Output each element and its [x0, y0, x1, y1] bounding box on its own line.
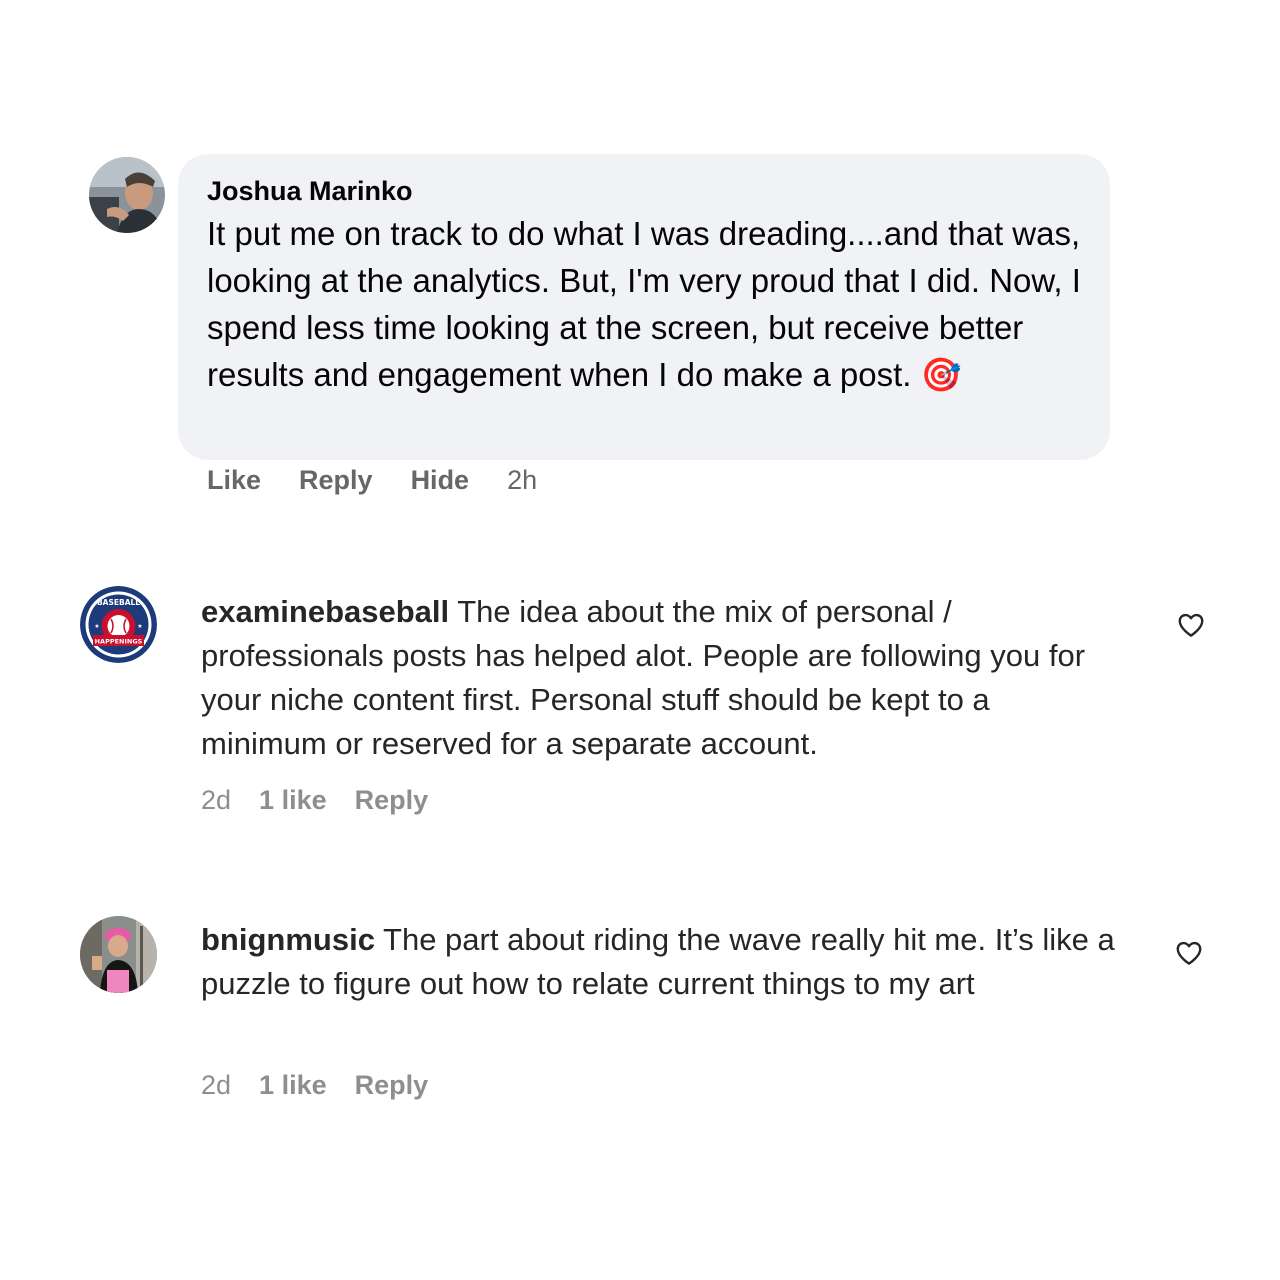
reply-button[interactable]: Reply [299, 465, 373, 496]
like-button[interactable]: Like [207, 465, 261, 496]
comment-meta: 2d 1 like Reply [201, 1070, 428, 1101]
reply-button[interactable]: Reply [355, 1070, 429, 1101]
avatar[interactable]: HAPPENINGS BASEBALL ★ ★ [80, 586, 157, 663]
reply-button[interactable]: Reply [355, 785, 429, 816]
comment-text: It put me on track to do what I was drea… [207, 210, 1082, 398]
heart-icon[interactable] [1176, 610, 1206, 640]
baseball-logo-icon: HAPPENINGS BASEBALL ★ ★ [80, 586, 157, 663]
likes-count[interactable]: 1 like [259, 785, 327, 816]
logo-bottom-text: HAPPENINGS [95, 638, 143, 646]
heart-icon[interactable] [1174, 938, 1204, 968]
comment-text: examinebaseball The idea about the mix o… [201, 590, 1121, 766]
comment-actions: Like Reply Hide 2h [207, 460, 537, 500]
logo-top-text: BASEBALL [97, 598, 140, 607]
profile-photo-icon [80, 916, 157, 993]
avatar[interactable] [80, 916, 157, 993]
likes-count[interactable]: 1 like [259, 1070, 327, 1101]
comment-username[interactable]: bnignmusic [201, 922, 375, 957]
bullseye-emoji: 🎯 [920, 356, 962, 393]
comment-meta: 2d 1 like Reply [201, 785, 428, 816]
comment-timestamp[interactable]: 2d [201, 1070, 231, 1101]
comment-text: bnignmusic The part about riding the wav… [201, 918, 1121, 1006]
svg-text:★: ★ [137, 623, 142, 630]
hide-button[interactable]: Hide [411, 465, 470, 496]
comment-bubble: Joshua Marinko It put me on track to do … [178, 154, 1110, 460]
svg-text:★: ★ [94, 623, 99, 630]
comment-author[interactable]: Joshua Marinko [207, 176, 1082, 206]
profile-photo-icon [89, 157, 165, 233]
avatar[interactable] [89, 157, 165, 233]
comment-username[interactable]: examinebaseball [201, 594, 449, 629]
comment-timestamp[interactable]: 2h [507, 465, 537, 496]
comment-timestamp[interactable]: 2d [201, 785, 231, 816]
